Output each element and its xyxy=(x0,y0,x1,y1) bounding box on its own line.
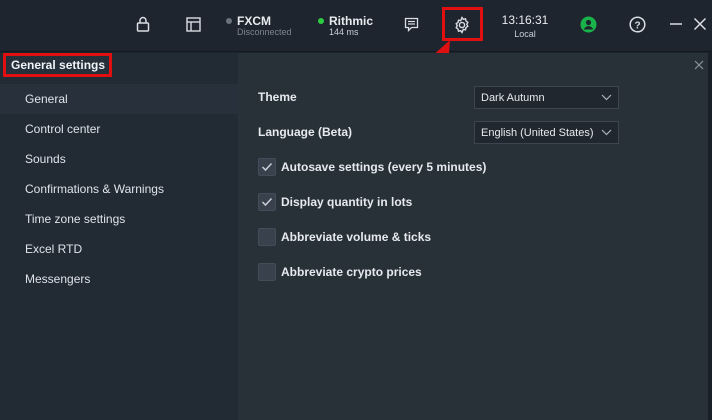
language-select[interactable]: English (United States) xyxy=(474,121,619,144)
language-value: English (United States) xyxy=(481,126,594,139)
checkmark-icon xyxy=(261,162,273,172)
chevron-down-icon xyxy=(601,94,612,101)
connection-status: Disconnected xyxy=(237,27,292,37)
status-dot xyxy=(226,18,232,24)
abbreviate-volume-checkbox[interactable] xyxy=(258,228,276,246)
svg-text:?: ? xyxy=(634,20,640,31)
quantity-lots-checkbox-row[interactable]: Display quantity in lots xyxy=(258,193,412,211)
clock-zone: Local xyxy=(514,29,536,39)
quantity-lots-label: Display quantity in lots xyxy=(281,195,413,209)
checkmark-icon xyxy=(261,197,273,207)
panel-close-icon[interactable] xyxy=(694,59,706,71)
clock-time: 13:16:31 xyxy=(501,13,549,27)
connection-name: FXCM xyxy=(237,14,271,28)
quantity-lots-checkbox[interactable] xyxy=(258,193,276,211)
status-dot xyxy=(318,18,324,24)
user-icon[interactable] xyxy=(579,15,597,33)
abbreviate-volume-checkbox-row[interactable]: Abbreviate volume & ticks xyxy=(258,228,431,246)
lock-icon[interactable] xyxy=(134,15,152,33)
sidebar-item-general[interactable]: General xyxy=(0,84,238,114)
abbreviate-crypto-label: Abbreviate crypto prices xyxy=(281,265,422,279)
abbreviate-crypto-checkbox-row[interactable]: Abbreviate crypto prices xyxy=(258,263,422,281)
help-icon[interactable]: ? xyxy=(628,15,646,33)
autosave-label: Autosave settings (every 5 minutes) xyxy=(281,160,487,174)
settings-sidebar: General settings General Control center … xyxy=(0,53,238,420)
clock[interactable]: 13:16:31 Local xyxy=(497,13,553,39)
settings-panel: Theme Dark Autumn Language (Beta) Englis… xyxy=(238,53,712,420)
minimize-icon[interactable] xyxy=(668,15,684,33)
autosave-checkbox-row[interactable]: Autosave settings (every 5 minutes) xyxy=(258,158,486,176)
sidebar-item-excel-rtd[interactable]: Excel RTD xyxy=(0,234,238,264)
sidebar-item-sounds[interactable]: Sounds xyxy=(0,144,238,174)
layout-icon[interactable] xyxy=(184,15,202,33)
top-bar: FXCM Disconnected Rithmic 144 ms 13:16:3… xyxy=(0,0,712,52)
sidebar-item-control-center[interactable]: Control center xyxy=(0,114,238,144)
window-edge xyxy=(708,53,712,420)
connection-name: Rithmic xyxy=(329,14,374,28)
sidebar-title: General settings xyxy=(3,53,112,77)
theme-label: Theme xyxy=(258,90,297,104)
autosave-checkbox[interactable] xyxy=(258,158,276,176)
abbreviate-crypto-checkbox[interactable] xyxy=(258,263,276,281)
theme-value: Dark Autumn xyxy=(481,91,545,104)
connection-latency: 144 ms xyxy=(329,27,359,37)
close-icon[interactable] xyxy=(692,15,708,33)
language-label: Language (Beta) xyxy=(258,125,353,139)
sidebar-item-confirmations-warnings[interactable]: Confirmations & Warnings xyxy=(0,174,238,204)
sidebar-item-time-zone-settings[interactable]: Time zone settings xyxy=(0,204,238,234)
abbreviate-volume-label: Abbreviate volume & ticks xyxy=(281,230,432,244)
theme-select[interactable]: Dark Autumn xyxy=(474,86,619,109)
sidebar-item-messengers[interactable]: Messengers xyxy=(0,264,238,294)
chat-icon[interactable] xyxy=(402,15,420,33)
chevron-down-icon xyxy=(601,129,612,136)
